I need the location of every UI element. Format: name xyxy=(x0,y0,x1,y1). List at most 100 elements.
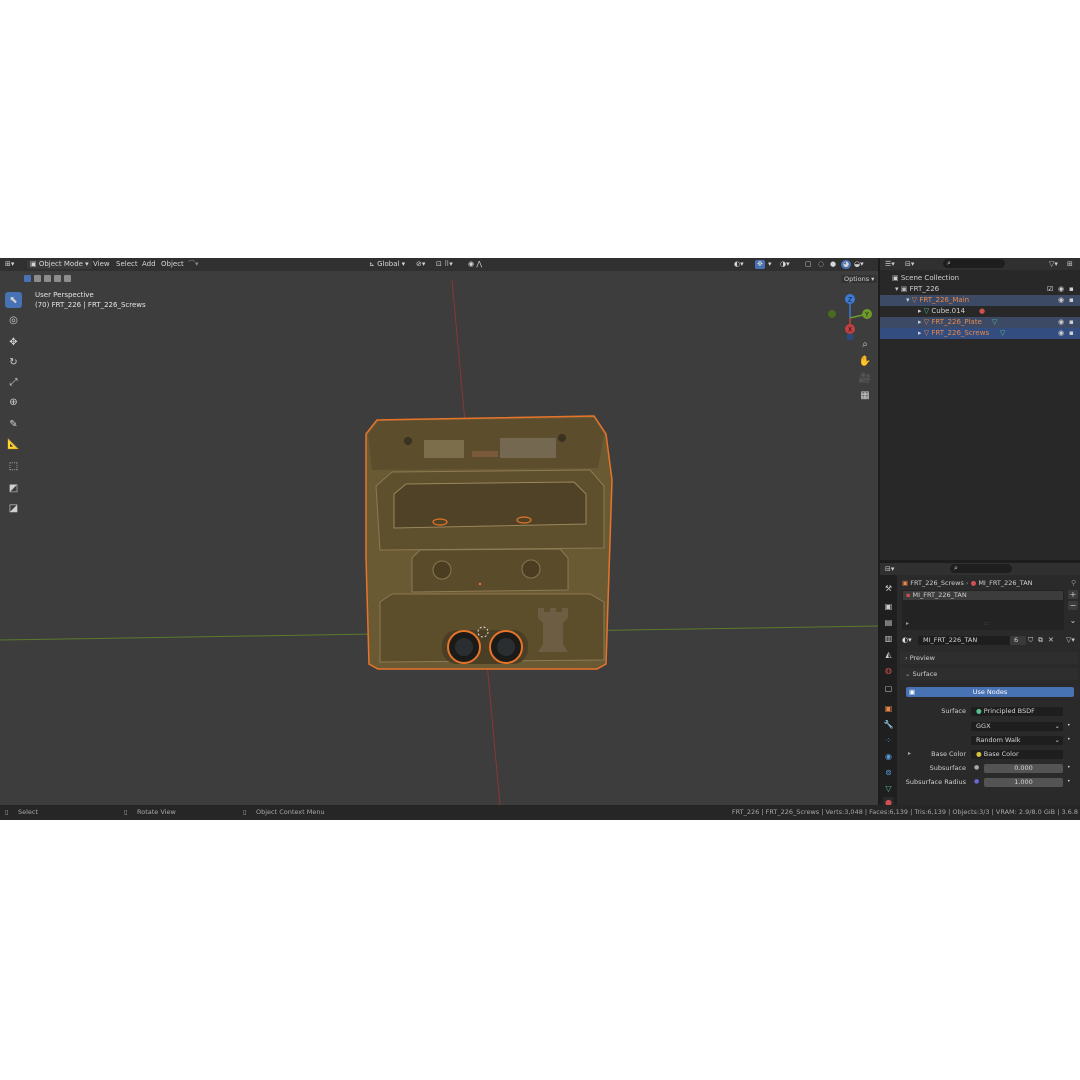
eye-icon[interactable]: ◉ xyxy=(1058,295,1064,306)
editor-type-button[interactable]: ⊞▾ xyxy=(5,260,14,269)
material-slot-list[interactable]: ▪ MI_FRT_226_TAN ▸ ::: xyxy=(902,590,1064,630)
object-tab-icon[interactable]: ▣ xyxy=(883,703,894,714)
subsurface-value-field[interactable]: 0.000 xyxy=(984,764,1063,773)
eye-icon[interactable]: ◉ xyxy=(1058,284,1064,295)
overlay-icon[interactable]: ◑▾ xyxy=(780,260,790,269)
outliner-editor-icon[interactable]: ☰▾ xyxy=(885,260,895,268)
scene-tab-icon[interactable]: ◭ xyxy=(883,649,894,660)
transform-tool[interactable]: ⊕ xyxy=(5,394,22,410)
transform-orientation-selector[interactable]: ⊾ Global ▾ xyxy=(369,260,405,269)
camera-render-icon[interactable]: ▪ xyxy=(1069,295,1074,306)
navigation-gizmo[interactable]: Z Y X xyxy=(824,292,876,344)
properties-editor-icon[interactable]: ⊟▾ xyxy=(885,565,894,573)
pan-hand-icon[interactable]: ✋ xyxy=(858,355,872,369)
slot-specials-icon[interactable]: ⌄ xyxy=(1068,616,1078,625)
pivot-point-icon[interactable]: ⊘▾ xyxy=(416,260,425,269)
output-tab-icon[interactable]: ▤ xyxy=(883,617,894,628)
scene-collection-row[interactable]: ▣ Scene Collection xyxy=(880,273,1080,284)
camera-render-icon[interactable]: ▪ xyxy=(1069,328,1074,339)
visibility-icon[interactable]: ◐▾ xyxy=(734,260,744,269)
gizmo-dropdown-icon[interactable]: ▾ xyxy=(768,260,772,269)
zoom-icon[interactable]: ⌕ xyxy=(858,338,872,352)
tool-tab-icon[interactable]: ⚒ xyxy=(883,583,894,594)
distribution-dropdown[interactable]: GGX ⌄ xyxy=(971,722,1063,731)
scale-tool[interactable]: ⤢ xyxy=(5,374,22,390)
proportional-edit-icon[interactable]: ◉ ⋀ xyxy=(468,260,482,269)
checkbox-icon[interactable]: ☑ xyxy=(1047,284,1053,295)
fake-user-icon[interactable]: ⛉ xyxy=(1028,636,1033,645)
mode-selector[interactable]: ▣ Object Mode ▾ xyxy=(27,260,92,269)
cursor-tool[interactable]: ◎ xyxy=(5,312,22,328)
material-name-field[interactable]: MI_FRT_226_TAN xyxy=(918,636,1010,645)
eye-icon[interactable]: ◉ xyxy=(1058,328,1064,339)
rotate-tool[interactable]: ↻ xyxy=(5,354,22,370)
unlink-icon[interactable]: ✕ xyxy=(1048,636,1054,644)
outliner-row-screws[interactable]: ▸ ▽ FRT_226_Screws ▽ ◉ ▪ xyxy=(880,328,1080,339)
solid-shading-icon[interactable]: ● xyxy=(830,260,836,269)
wireframe-shading-icon[interactable]: ◌ xyxy=(818,260,824,269)
grid-icon[interactable]: ▦ xyxy=(858,389,872,403)
duplicate-icon[interactable]: ⧉ xyxy=(1038,636,1043,645)
link-icon[interactable]: ▽▾ xyxy=(1066,636,1075,644)
use-nodes-button[interactable]: ▣ Use Nodes xyxy=(906,687,1074,697)
select-intersect-icon[interactable] xyxy=(64,275,71,282)
gizmo-toggle-icon[interactable]: ✥ xyxy=(755,260,765,269)
particles-tab-icon[interactable]: ⁘ xyxy=(883,735,894,746)
physics-tab-icon[interactable]: ◉ xyxy=(883,751,894,762)
constraints-tab-icon[interactable]: ⊚ xyxy=(883,767,894,778)
collection-tab-icon[interactable]: ▢ xyxy=(883,683,894,694)
pin-icon[interactable]: ⚲ xyxy=(1071,579,1076,587)
select-new-icon[interactable] xyxy=(24,275,31,282)
camera-icon[interactable]: 🎥 xyxy=(858,372,872,386)
render-tab-icon[interactable]: ▣ xyxy=(883,601,894,612)
menu-add[interactable]: Add xyxy=(142,260,156,269)
material-shading-icon[interactable]: ◕ xyxy=(841,260,852,269)
snap-icon[interactable]: ⊡ ⠿▾ xyxy=(436,260,453,269)
base-color-field[interactable]: ● Base Color xyxy=(971,750,1063,759)
list-expand-icon[interactable]: ▸ xyxy=(906,620,909,627)
new-collection-icon[interactable]: ⊞ xyxy=(1067,260,1073,268)
outliner-row-plate[interactable]: ▸ ▽ FRT_226_Plate ▽ ◉ ▪ xyxy=(880,317,1080,328)
move-tool[interactable]: ✥ xyxy=(5,334,22,350)
gpencil-icon[interactable]: ⌒▾ xyxy=(188,260,199,269)
select-subtract-icon[interactable] xyxy=(44,275,51,282)
world-tab-icon[interactable]: ◍ xyxy=(883,665,894,676)
subsurface-method-dropdown[interactable]: Random Walk ⌄ xyxy=(971,736,1063,745)
outliner-row-cube[interactable]: ▸ ▽ Cube.014 ● xyxy=(880,306,1080,317)
outliner-search-input[interactable]: ⌕ xyxy=(943,259,1005,268)
bend-tool[interactable]: ◪ xyxy=(5,500,22,516)
list-resize-handle[interactable]: ::: xyxy=(984,621,989,627)
surface-panel-header[interactable]: ⌄ Surface xyxy=(900,668,1078,680)
select-extend-icon[interactable] xyxy=(34,275,41,282)
data-tab-icon[interactable]: ▽ xyxy=(883,783,894,794)
view-layer-tab-icon[interactable]: ▥ xyxy=(883,633,894,644)
xray-icon[interactable]: ▢ xyxy=(805,260,812,269)
material-slot-item[interactable]: ▪ MI_FRT_226_TAN xyxy=(903,591,1063,600)
subsurface-radius-field[interactable]: 1.000 xyxy=(984,778,1063,787)
menu-object[interactable]: Object xyxy=(161,260,184,269)
user-count-badge[interactable]: 6 xyxy=(1010,636,1026,645)
preview-panel-header[interactable]: › Preview xyxy=(900,652,1078,664)
annotate-tool[interactable]: ✎ xyxy=(5,416,22,432)
remove-slot-button[interactable]: − xyxy=(1068,601,1078,610)
options-dropdown[interactable]: Options ▾ xyxy=(841,275,878,283)
select-difference-icon[interactable] xyxy=(54,275,61,282)
browse-material-icon[interactable]: ◐▾ xyxy=(902,636,912,644)
rendered-shading-icon[interactable]: ◒▾ xyxy=(854,260,864,269)
select-box-tool[interactable]: ⬉ xyxy=(5,292,22,308)
measure-tool[interactable]: 📐 xyxy=(5,436,22,452)
outliner-row-frt226[interactable]: ▾ ▣ FRT_226 ☑ ◉ ▪ xyxy=(880,284,1080,295)
camera-render-icon[interactable]: ▪ xyxy=(1069,317,1074,328)
menu-view[interactable]: View xyxy=(93,260,110,269)
outliner-row-main[interactable]: ▾ ▽ FRT_226_Main ◉ ▪ xyxy=(880,295,1080,306)
3d-viewport[interactable]: ⊞▾ ▣ Object Mode ▾ View Select Add Objec… xyxy=(0,258,878,805)
filter-icon[interactable]: ▽▾ xyxy=(1049,260,1058,268)
add-slot-button[interactable]: + xyxy=(1068,590,1078,599)
display-mode-icon[interactable]: ⊟▾ xyxy=(905,260,914,268)
properties-search-input[interactable]: ⌕ xyxy=(950,564,1012,573)
add-cube-tool[interactable]: ⬚ xyxy=(5,458,22,474)
modifier-tab-icon[interactable]: 🔧 xyxy=(883,719,894,730)
camera-render-icon[interactable]: ▪ xyxy=(1069,284,1074,295)
viewport-canvas[interactable] xyxy=(0,258,878,805)
menu-select[interactable]: Select xyxy=(116,260,138,269)
